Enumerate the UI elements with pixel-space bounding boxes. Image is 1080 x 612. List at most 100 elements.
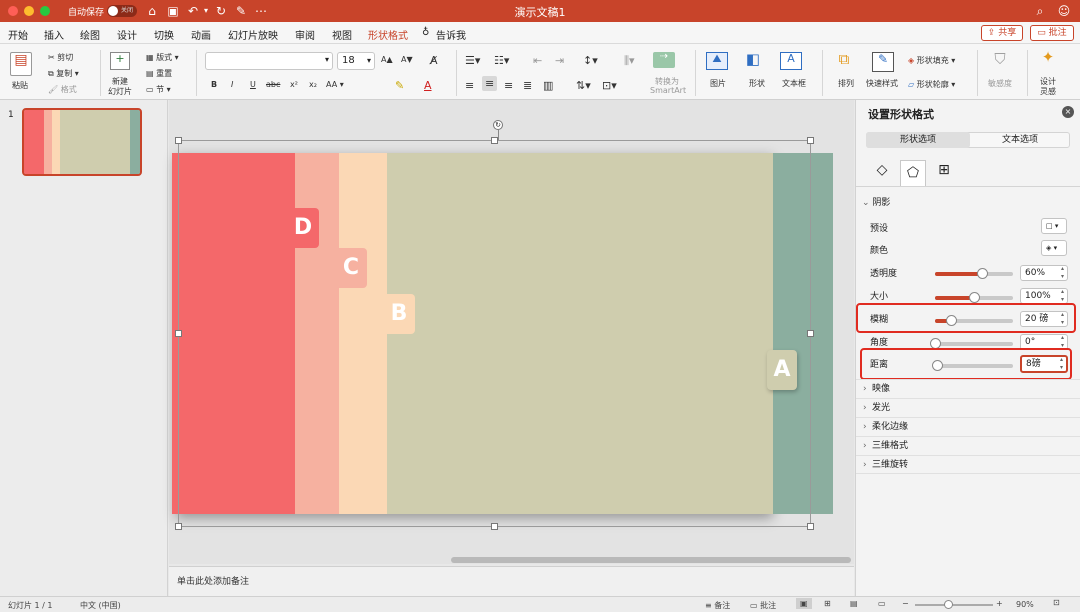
paste-icon[interactable]: ▤	[10, 52, 32, 76]
sensitivity-icon[interactable]: ⛉	[989, 52, 1011, 72]
clear-format-icon[interactable]: A̸	[430, 54, 438, 67]
tab-shape-options[interactable]: 形状选项	[866, 132, 970, 148]
normal-view-icon[interactable]: ▣	[796, 598, 812, 609]
resize-handle[interactable]	[807, 330, 814, 337]
grow-font-icon[interactable]: A▲	[381, 55, 393, 64]
notes-pane[interactable]: 单击此处添加备注	[169, 566, 854, 596]
color-picker-button[interactable]: ◈ ▾	[1041, 240, 1067, 256]
share-button[interactable]: ⇪ 共享	[981, 25, 1023, 41]
shrink-font-icon[interactable]: A▼	[401, 55, 413, 64]
distance-slider-thumb[interactable]	[931, 360, 943, 371]
angle-slider[interactable]	[930, 338, 1013, 349]
cut-button[interactable]: ✂ 剪切	[48, 52, 73, 63]
transparency-field[interactable]: 60%	[1020, 265, 1068, 281]
superscript-button[interactable]: x²	[290, 80, 298, 89]
close-panel-icon[interactable]: ×	[1062, 106, 1074, 118]
copy-button[interactable]: ⧉ 复制 ▾	[48, 68, 79, 79]
align-right-icon[interactable]: ≡	[504, 79, 513, 92]
highlight-icon[interactable]: ✎	[395, 79, 404, 92]
tab-transitions[interactable]: 切换	[154, 27, 174, 42]
align-text-icon[interactable]: ⊡▾	[602, 79, 617, 92]
scrollbar-thumb[interactable]	[451, 557, 851, 563]
blur-slider[interactable]	[935, 315, 1013, 326]
transparency-slider-thumb[interactable]	[976, 268, 988, 279]
arrange-icon[interactable]: ⧉	[834, 52, 854, 72]
designer-icon[interactable]: ✦	[1037, 50, 1059, 72]
align-center-icon[interactable]: ≡	[482, 76, 498, 91]
line-spacing-icon[interactable]: ↕▾	[583, 54, 598, 67]
distance-slider[interactable]	[931, 360, 1013, 371]
italic-button[interactable]: I	[231, 80, 233, 89]
tab-home[interactable]: 开始	[8, 27, 28, 46]
text-direction-icon[interactable]: ⇅▾	[576, 79, 591, 92]
slideshow-icon[interactable]: ▭	[878, 599, 886, 608]
notes-toggle[interactable]: ≡ 备注	[705, 600, 730, 611]
preset-dropdown[interactable]: □ ▾	[1041, 218, 1067, 234]
bold-button[interactable]: B	[211, 80, 217, 89]
strikethrough-button[interactable]: abc	[266, 80, 280, 89]
3d-format-section[interactable]: 三维格式	[856, 436, 1080, 455]
language-status[interactable]: 中文 (中国)	[80, 600, 121, 611]
tab-slideshow[interactable]: 幻灯片放映	[228, 27, 278, 42]
reading-view-icon[interactable]: ▤	[850, 599, 858, 608]
change-case-button[interactable]: AA ▾	[326, 80, 344, 89]
tab-text-options[interactable]: 文本选项	[970, 132, 1070, 148]
blur-field[interactable]: 20 磅	[1020, 311, 1068, 327]
tab-shape-format[interactable]: 形状格式	[368, 27, 408, 42]
smartart-icon[interactable]: ⇢	[653, 52, 675, 68]
shape-outline-button[interactable]: ▱ 形状轮廓 ▾	[908, 79, 955, 90]
comments-toggle[interactable]: ▭ 批注	[750, 600, 776, 611]
search-icon[interactable]: ⌕	[1032, 3, 1048, 19]
font-color-icon[interactable]: A	[424, 79, 432, 92]
zoom-slider[interactable]	[915, 604, 993, 606]
format-painter-button[interactable]: 🖌 格式	[48, 84, 77, 95]
size-field[interactable]: 100%	[1020, 288, 1068, 304]
font-name-field[interactable]: ▾	[205, 52, 333, 70]
effects-icon[interactable]: ⬠	[900, 160, 926, 186]
resize-handle[interactable]	[175, 137, 182, 144]
resize-handle[interactable]	[491, 137, 498, 144]
bullets-icon[interactable]: ☰▾	[465, 54, 480, 67]
tab-review[interactable]: 审阅	[295, 27, 315, 42]
tab-tell-me[interactable]: 告诉我	[436, 27, 466, 42]
section-button[interactable]: ▭ 节 ▾	[146, 84, 171, 95]
resize-handle[interactable]	[175, 330, 182, 337]
reset-button[interactable]: ▤ 重置	[146, 68, 172, 79]
decrease-indent-icon[interactable]: ⇤	[533, 54, 542, 67]
picture-icon[interactable]: ⛰	[706, 52, 728, 70]
size-slider[interactable]	[935, 292, 1013, 303]
justify-icon[interactable]: ≣	[523, 79, 532, 92]
tab-design[interactable]: 设计	[117, 27, 137, 42]
comments-button[interactable]: ▭ 批注	[1030, 25, 1074, 41]
align-left-icon[interactable]: ≡	[465, 79, 474, 92]
3d-rotation-section[interactable]: 三维旋转	[856, 455, 1080, 474]
shape-icon[interactable]: ◧	[742, 52, 764, 72]
tab-draw[interactable]: 绘图	[80, 27, 100, 42]
transparency-slider[interactable]	[935, 268, 1013, 279]
resize-handle[interactable]	[807, 523, 814, 530]
layout-button[interactable]: ▦ 版式 ▾	[146, 52, 179, 63]
tab-animations[interactable]: 动画	[191, 27, 211, 42]
subscript-button[interactable]: x₂	[309, 80, 317, 89]
zoom-in-icon[interactable]: +	[996, 599, 1003, 608]
fill-line-icon[interactable]: ◇	[872, 162, 892, 182]
increase-indent-icon[interactable]: ⇥	[555, 54, 564, 67]
quick-styles-icon[interactable]: ✎	[872, 52, 894, 72]
zoom-level[interactable]: 90%	[1016, 600, 1034, 609]
underline-button[interactable]: U	[250, 80, 256, 89]
numbering-icon[interactable]: ☷▾	[494, 54, 509, 67]
font-size-field[interactable]: 18 ▾	[337, 52, 375, 70]
glow-section[interactable]: 发光	[856, 398, 1080, 417]
slide-thumbnail[interactable]	[22, 108, 142, 176]
new-slide-icon[interactable]: +	[110, 52, 130, 70]
user-icon[interactable]: ☺	[1056, 3, 1072, 19]
distributed-icon[interactable]: ▥	[543, 79, 553, 92]
resize-handle[interactable]	[807, 137, 814, 144]
resize-handle[interactable]	[491, 523, 498, 530]
rotate-handle-icon[interactable]: ↻	[493, 120, 503, 130]
resize-handle[interactable]	[175, 523, 182, 530]
tab-view[interactable]: 视图	[332, 27, 352, 42]
blur-slider-thumb[interactable]	[945, 315, 957, 326]
soft-edges-section[interactable]: 柔化边缘	[856, 417, 1080, 436]
textbox-icon[interactable]: A	[780, 52, 802, 70]
